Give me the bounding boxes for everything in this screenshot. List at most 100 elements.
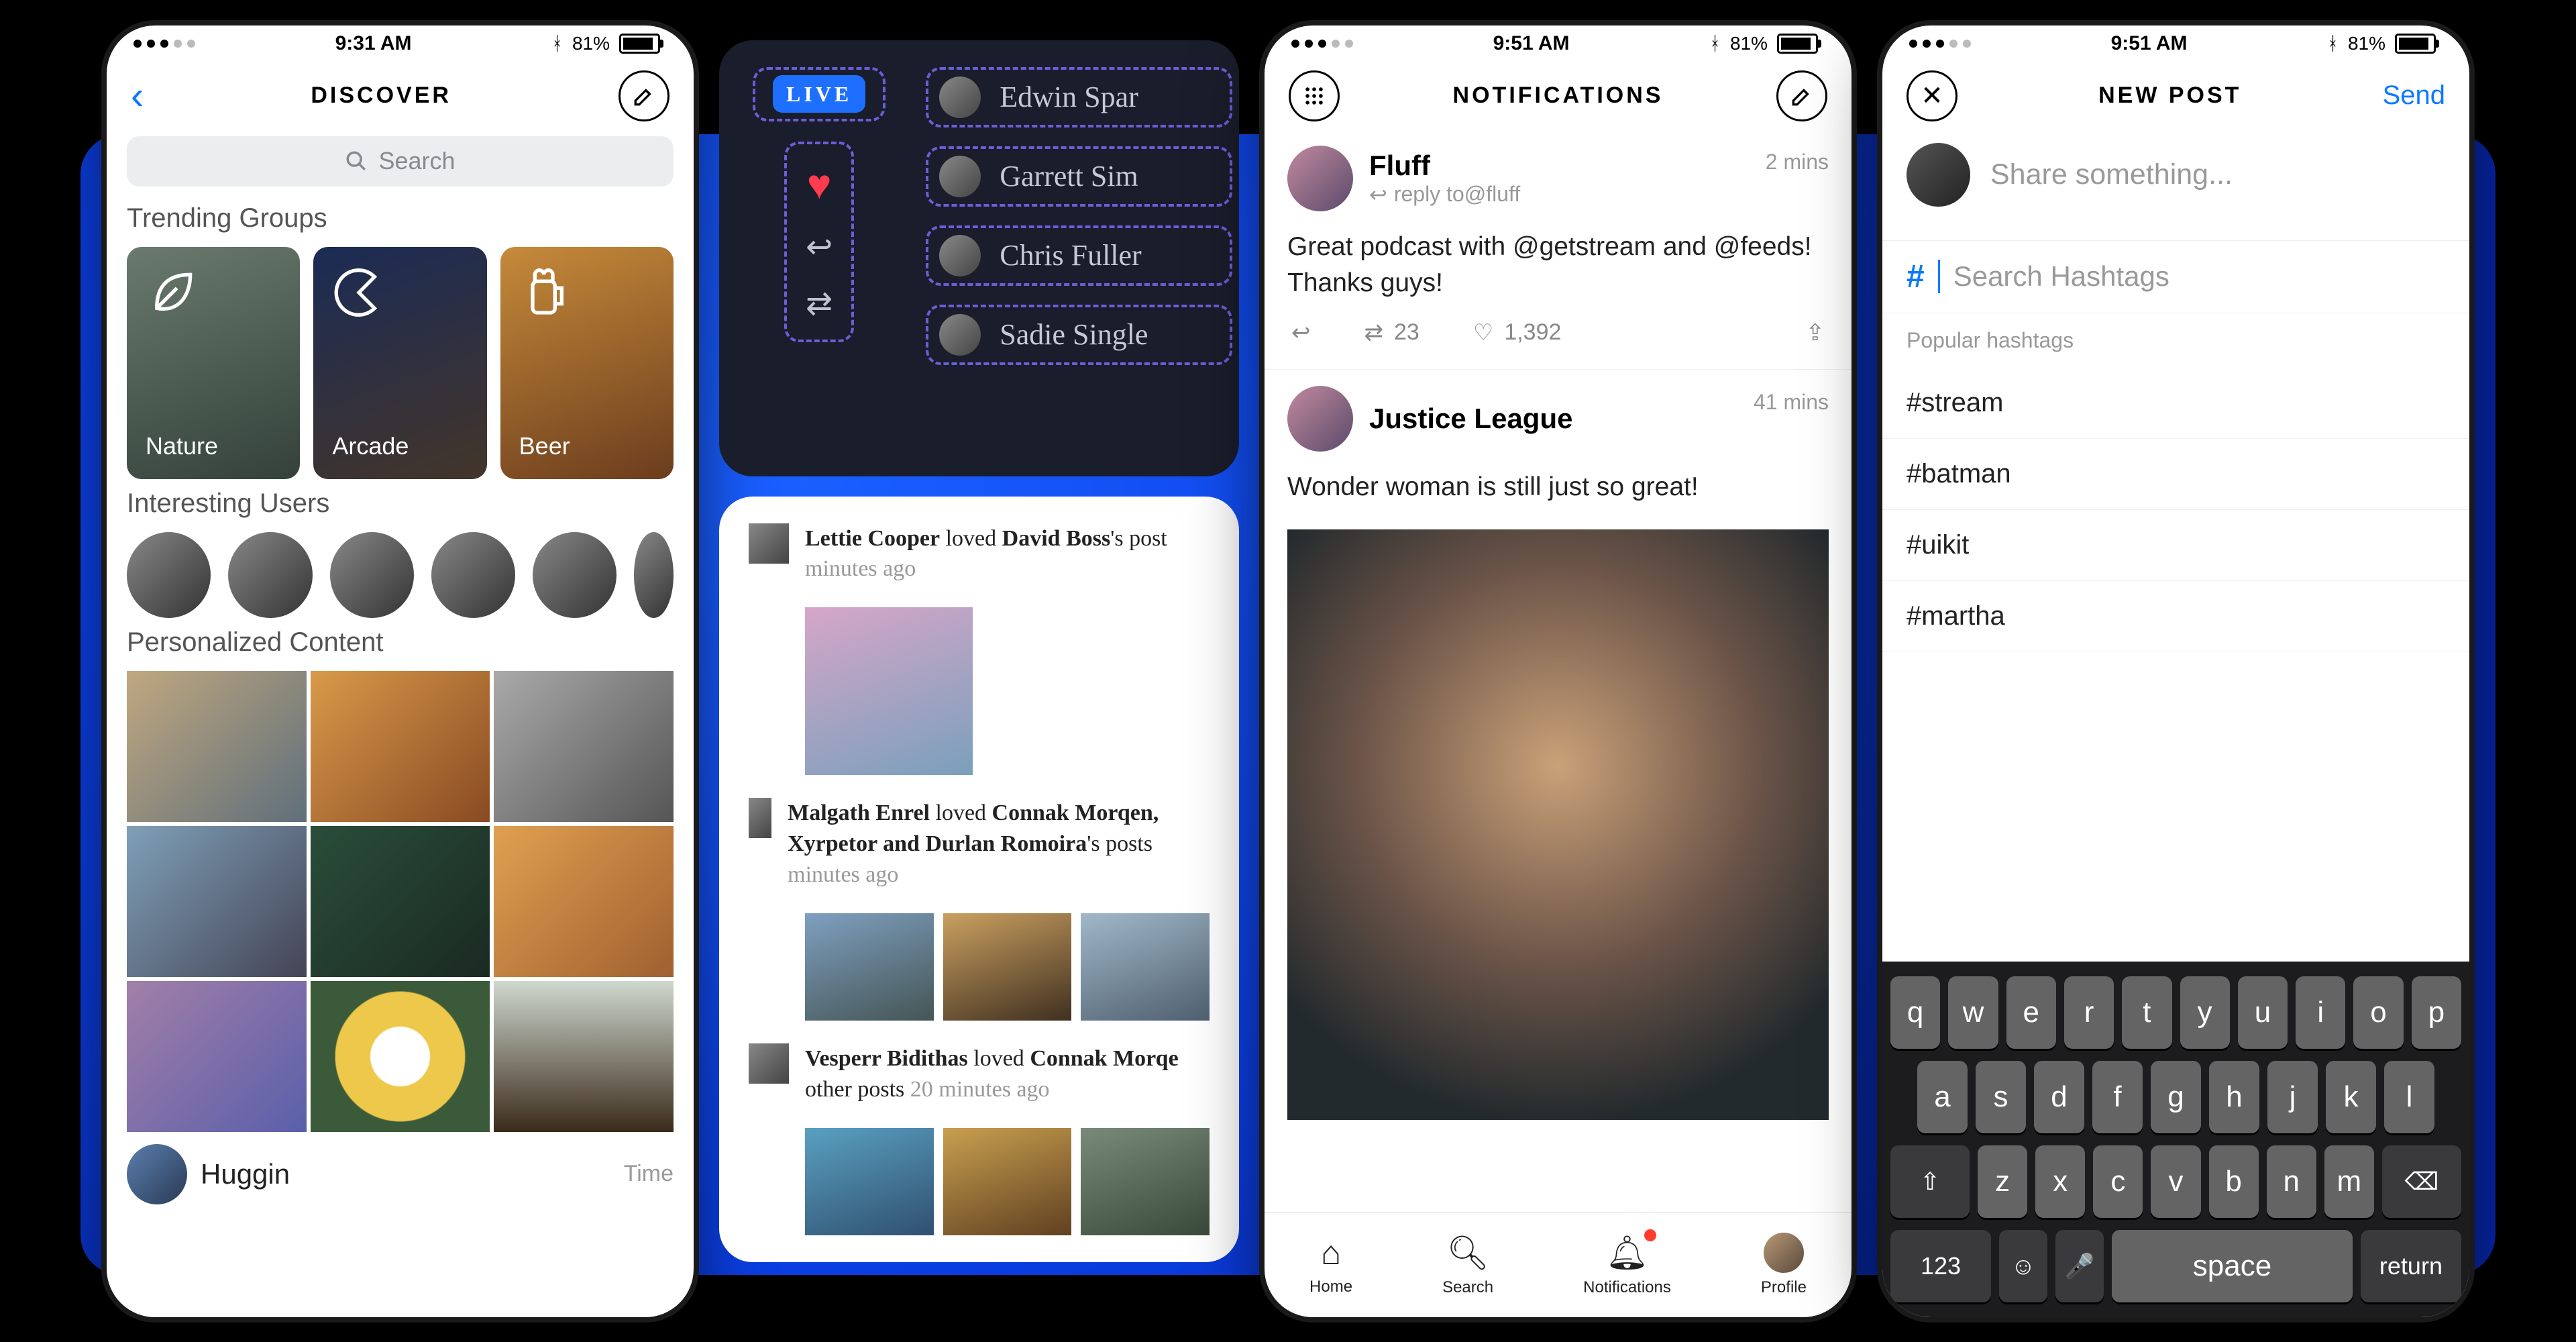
content-tile[interactable]: [127, 671, 307, 822]
key-p[interactable]: p: [2412, 976, 2461, 1049]
key-d[interactable]: d: [2034, 1061, 2084, 1133]
status-time: 9:51 AM: [1493, 32, 1570, 55]
hashtag-item[interactable]: #stream: [1882, 368, 2469, 439]
search-input[interactable]: Search: [127, 136, 674, 187]
key-c[interactable]: c: [2093, 1145, 2143, 1218]
key-k[interactable]: k: [2326, 1061, 2376, 1133]
key-f[interactable]: f: [2092, 1061, 2143, 1133]
live-user-row[interactable]: Edwin Spar: [926, 67, 1232, 127]
key-emoji[interactable]: ☺: [1999, 1230, 2047, 1302]
key-space[interactable]: space: [2112, 1230, 2353, 1302]
send-button[interactable]: Send: [2383, 81, 2445, 111]
key-o[interactable]: o: [2353, 976, 2403, 1049]
key-e[interactable]: e: [2006, 976, 2056, 1049]
key-u[interactable]: u: [2238, 976, 2288, 1049]
avatar[interactable]: [634, 532, 674, 618]
avatar[interactable]: [1287, 386, 1353, 452]
key-g[interactable]: g: [2151, 1061, 2201, 1133]
key-t[interactable]: t: [2122, 976, 2171, 1049]
content-tile[interactable]: [311, 671, 490, 822]
feed-row[interactable]: Malgath Enrel loved Connak Morqen, Xyrpe…: [749, 798, 1210, 890]
post-image[interactable]: [1287, 529, 1829, 1120]
compose-row[interactable]: Share something...: [1882, 130, 2469, 240]
avatar[interactable]: [533, 532, 616, 618]
heart-icon[interactable]: ♥: [807, 162, 832, 209]
repost-button[interactable]: ⇄23: [1364, 319, 1419, 346]
apps-button[interactable]: [1289, 70, 1340, 121]
key-m[interactable]: m: [2324, 1145, 2374, 1218]
avatar[interactable]: [1287, 146, 1353, 211]
feed-image[interactable]: [805, 607, 973, 775]
key-i[interactable]: i: [2296, 976, 2345, 1049]
key-b[interactable]: b: [2209, 1145, 2259, 1218]
feed-image[interactable]: [805, 1128, 934, 1235]
tab-search[interactable]: 🔍︎Search: [1442, 1233, 1493, 1297]
live-user-row[interactable]: Chris Fuller: [926, 225, 1232, 286]
tab-notifications[interactable]: 🔔︎Notifications: [1583, 1233, 1671, 1297]
key-n[interactable]: n: [2267, 1145, 2316, 1218]
live-user-row[interactable]: Garrett Sim: [926, 146, 1232, 207]
group-card-arcade[interactable]: Arcade: [313, 247, 486, 479]
back-button[interactable]: ‹: [131, 73, 144, 118]
hashtag-item[interactable]: #martha: [1882, 581, 2469, 652]
key-y[interactable]: y: [2180, 976, 2230, 1049]
feed-image[interactable]: [805, 913, 934, 1021]
avatar[interactable]: [330, 532, 414, 618]
feed-row[interactable]: Vesperr Bidithas loved Connak Morqeother…: [749, 1043, 1210, 1105]
key-mic[interactable]: 🎤: [2055, 1230, 2104, 1302]
group-card-beer[interactable]: Beer: [500, 247, 674, 479]
content-tile[interactable]: [127, 826, 307, 977]
content-tile[interactable]: [311, 981, 490, 1132]
key-v[interactable]: v: [2151, 1145, 2200, 1218]
feed-row[interactable]: Lettie Cooper loved David Boss's postmin…: [749, 523, 1210, 585]
content-tile[interactable]: [127, 981, 307, 1132]
feed-image[interactable]: [943, 1128, 1072, 1235]
reply-icon[interactable]: ↩: [806, 228, 833, 266]
avatar[interactable]: [228, 532, 312, 618]
hashtag-item[interactable]: #batman: [1882, 439, 2469, 510]
key-shift[interactable]: ⇧: [1890, 1145, 1970, 1218]
key-w[interactable]: w: [1948, 976, 1998, 1049]
content-tile[interactable]: [494, 671, 674, 822]
phone-notifications: 9:51 AM ᚼ81% NOTIFICATIONS Fluff: [1259, 20, 1857, 1323]
list-item-user[interactable]: Huggin Time: [107, 1144, 694, 1204]
live-user-row[interactable]: Sadie Single: [926, 305, 1232, 365]
hashtag-item[interactable]: #uikit: [1882, 510, 2469, 581]
key-j[interactable]: j: [2267, 1061, 2318, 1133]
key-h[interactable]: h: [2209, 1061, 2259, 1133]
compose-button[interactable]: [1776, 70, 1827, 121]
key-numbers[interactable]: 123: [1890, 1230, 1991, 1302]
group-label: Beer: [519, 432, 570, 460]
group-card-nature[interactable]: Nature: [127, 247, 300, 479]
content-tile[interactable]: [311, 826, 490, 977]
key-r[interactable]: r: [2064, 976, 2114, 1049]
key-return[interactable]: return: [2361, 1230, 2461, 1302]
share-button[interactable]: ⇪: [1806, 319, 1825, 346]
key-z[interactable]: z: [1978, 1145, 2027, 1218]
avatar[interactable]: [431, 532, 515, 618]
reply-button[interactable]: ↩: [1291, 319, 1311, 346]
repost-icon[interactable]: ⇄: [806, 285, 833, 322]
key-s[interactable]: s: [1976, 1061, 2026, 1133]
content-tile[interactable]: [494, 826, 674, 977]
key-q[interactable]: q: [1890, 976, 1940, 1049]
tab-profile[interactable]: Profile: [1761, 1233, 1807, 1297]
like-button[interactable]: ♡1,392: [1473, 319, 1562, 346]
tab-home[interactable]: ⌂Home: [1309, 1233, 1352, 1296]
key-x[interactable]: x: [2035, 1145, 2085, 1218]
user-name[interactable]: Fluff: [1369, 150, 1520, 182]
avatar[interactable]: [127, 532, 211, 618]
key-delete[interactable]: ⌫: [2382, 1145, 2461, 1218]
hashtag-search-input[interactable]: # Search Hashtags: [1882, 240, 2469, 313]
user-name: Edwin Spar: [1000, 80, 1138, 114]
close-button[interactable]: ✕: [1907, 70, 1957, 121]
feed-image[interactable]: [943, 913, 1072, 1021]
key-a[interactable]: a: [1917, 1061, 1968, 1133]
key-l[interactable]: l: [2384, 1061, 2434, 1133]
feed-image[interactable]: [1081, 913, 1210, 1021]
feed-image[interactable]: [1081, 1128, 1210, 1235]
content-tile[interactable]: [494, 981, 674, 1132]
group-label: Nature: [146, 432, 218, 460]
compose-button[interactable]: [619, 70, 669, 121]
user-name[interactable]: Justice League: [1369, 403, 1572, 435]
